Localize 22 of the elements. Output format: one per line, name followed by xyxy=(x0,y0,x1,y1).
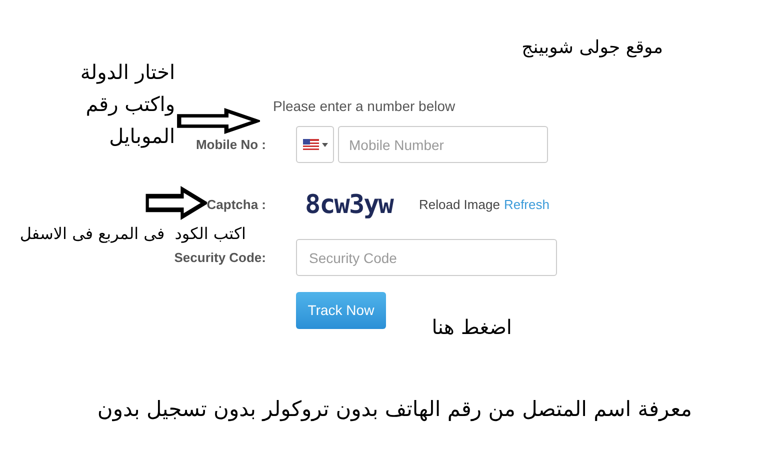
prompt-text: Please enter a number below xyxy=(273,98,456,114)
annotation-text: اختار الدولة xyxy=(80,59,175,86)
security-code-field[interactable]: Security Code xyxy=(296,239,557,276)
right-arrow-icon xyxy=(176,108,260,134)
refresh-link[interactable]: Refresh xyxy=(504,195,550,215)
footer-text: معرفة اسم المتصل من رقم الهاتف بدون تروكولر بدون تسجيل بدون xyxy=(97,397,692,421)
mobile-number-field[interactable]: Mobile Number xyxy=(338,126,548,163)
annotation-text: اضغط هنا xyxy=(432,315,512,339)
reload-label: Reload Image xyxy=(419,196,500,214)
page-title: موقع جولى شوبينج xyxy=(522,37,663,58)
country-dropdown[interactable] xyxy=(296,126,334,163)
annotation-text: الموبايل xyxy=(109,123,175,150)
track-now-button[interactable]: Track Now xyxy=(296,292,386,329)
right-arrow-icon xyxy=(145,186,207,220)
caret-icon xyxy=(322,142,328,146)
annotation-text: اكتب الكود فى المربع فى الاسفل xyxy=(20,224,246,243)
field-label: Mobile No : xyxy=(196,136,266,154)
field-label: Security Code: xyxy=(174,248,266,267)
field-label: Captcha : xyxy=(206,196,266,214)
flag-icon xyxy=(302,139,318,150)
annotation-text: واكتب رقم xyxy=(86,91,175,118)
captcha-text: 8cw3yw xyxy=(305,192,393,218)
